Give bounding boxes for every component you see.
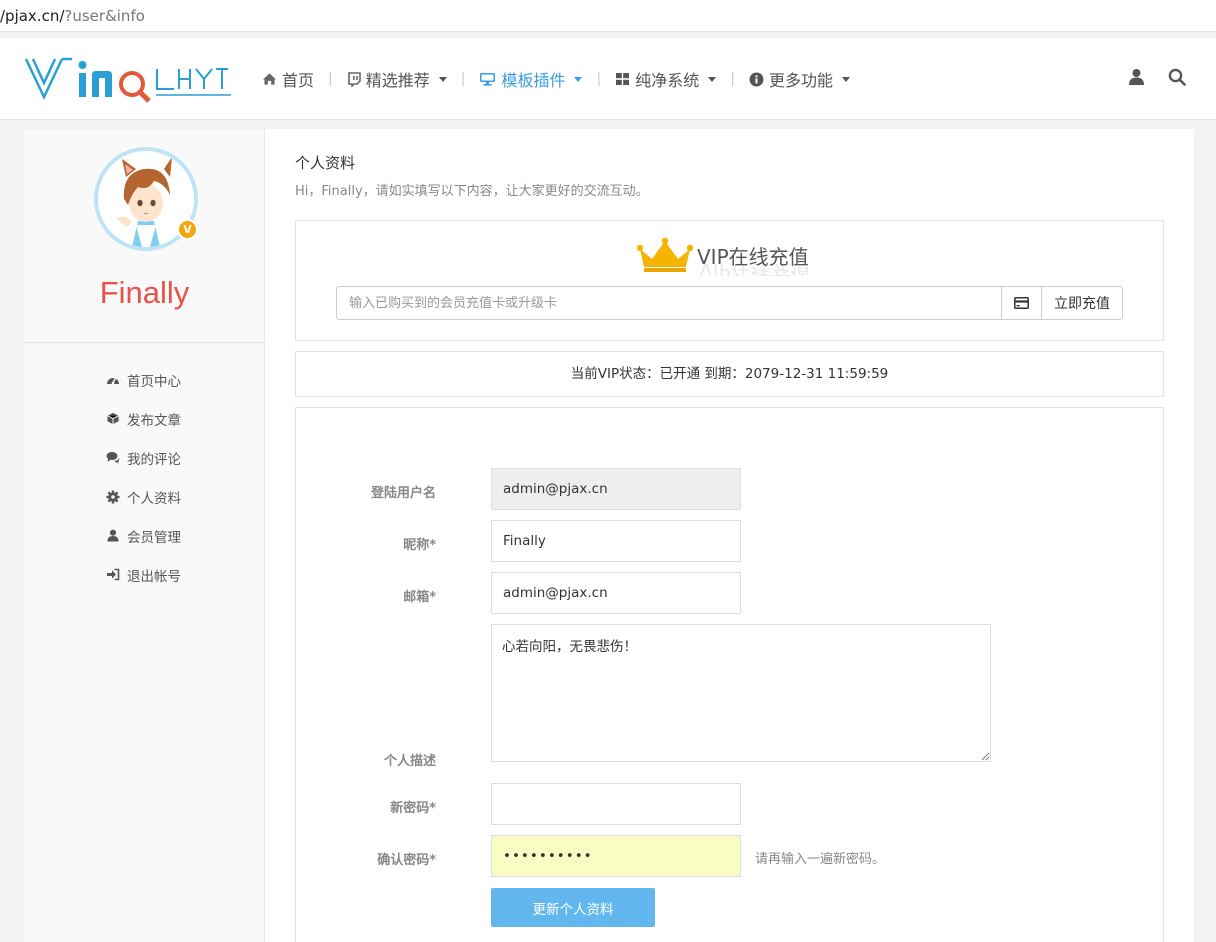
- vip-badge: V: [177, 219, 198, 240]
- sidebar-item-label: 我的评论: [127, 451, 181, 468]
- chevron-down-icon: [574, 76, 583, 82]
- email-field[interactable]: [491, 572, 741, 614]
- profile-form: 登陆用户名 昵称* 邮箱* 个人描述 心若向阳，无畏悲伤！ 新密码* 确认密码*…: [295, 407, 1164, 942]
- nav-systems-label: 纯净系统: [635, 71, 700, 90]
- user-center: V Finally 首页中心 发布文章 我的评论 个人资料 会员管理 退出帐号 …: [24, 129, 1194, 942]
- sidebar-item-label: 退出帐号: [127, 568, 181, 585]
- recharge-button[interactable]: 立即充值: [1042, 286, 1123, 320]
- update-profile-button[interactable]: 更新个人资料: [491, 888, 655, 927]
- new-password-label: 新密码*: [390, 801, 436, 816]
- nav-home[interactable]: 首页: [262, 67, 314, 91]
- recharge-card-input[interactable]: [336, 286, 1001, 320]
- vip-title-reflection: VIP在线充值: [699, 264, 811, 276]
- sidebar-item-home[interactable]: 首页中心: [106, 360, 181, 399]
- nav-more[interactable]: 更多功能: [749, 67, 850, 91]
- new-password-field[interactable]: [491, 783, 741, 825]
- username-field[interactable]: [491, 468, 741, 510]
- sidebar-item-publish[interactable]: 发布文章: [106, 399, 181, 438]
- nav-more-label: 更多功能: [768, 71, 833, 90]
- card-button[interactable]: [1001, 286, 1042, 320]
- sidebar-item-label: 个人资料: [127, 490, 181, 507]
- nav-templates-label: 模板插件: [501, 71, 566, 90]
- recharge-group: 立即充值: [336, 286, 1123, 320]
- sidebar-item-membership[interactable]: 会员管理: [106, 516, 181, 555]
- site-logo[interactable]: [24, 53, 234, 103]
- nav-divider: |: [730, 71, 735, 87]
- cog-icon: [106, 490, 120, 503]
- desktop-icon: [480, 73, 496, 86]
- cube-icon: [107, 412, 119, 425]
- page-subtitle: Hi，Finally，请如实填写以下内容，让大家更好的交流互动。: [295, 184, 649, 199]
- username: Finally: [99, 275, 190, 310]
- credit-card-icon: [1014, 297, 1029, 309]
- confirm-password-field[interactable]: [491, 835, 741, 877]
- url-path: ?user&info: [64, 7, 145, 25]
- user-icon: [1129, 69, 1144, 85]
- search-button[interactable]: [1168, 68, 1186, 90]
- page-title: 个人资料: [295, 154, 356, 172]
- username-label: 登陆用户名: [370, 486, 436, 501]
- url-host: /pjax.cn/: [0, 7, 65, 25]
- sidebar-item-profile[interactable]: 个人资料: [106, 477, 181, 516]
- info-circle-icon: [749, 72, 764, 86]
- nav-templates[interactable]: 模板插件: [479, 67, 583, 91]
- twitch-icon: [347, 71, 361, 87]
- confirm-password-hint: 请再输入一遍新密码。: [755, 852, 886, 867]
- vip-status: 当前VIP状态：已开通 到期：2079-12-31 11:59:59: [295, 351, 1164, 397]
- home-icon: [262, 73, 277, 85]
- sidebar-item-label: 发布文章: [127, 412, 181, 429]
- main-nav: 首页 | 精选推荐 | 模板插件 | 纯净系统 | 更多功能: [262, 38, 850, 120]
- dashboard-icon: [107, 377, 119, 385]
- site-header: 首页 | 精选推荐 | 模板插件 | 纯净系统 | 更多功能: [0, 38, 1216, 120]
- chevron-down-icon: [708, 76, 717, 82]
- vip-recharge-panel: VIP在线充值 VIP在线充值 立即充值: [295, 220, 1164, 341]
- sidebar-item-comments[interactable]: 我的评论: [106, 438, 181, 477]
- chevron-down-icon: [841, 76, 850, 82]
- address-bar[interactable]: /pjax.cn/?user&info: [0, 0, 1216, 32]
- sidebar-menu: 首页中心 发布文章 我的评论 个人资料 会员管理 退出帐号: [106, 360, 181, 594]
- sign-in-icon: [107, 568, 120, 581]
- chevron-down-icon: [438, 76, 447, 82]
- user-icon: [107, 529, 119, 542]
- nav-divider: |: [460, 71, 466, 87]
- divider: [24, 342, 265, 343]
- crown-icon: [636, 237, 694, 272]
- nav-divider: |: [328, 71, 333, 87]
- nickname-field[interactable]: [491, 520, 741, 562]
- nav-systems[interactable]: 纯净系统: [615, 67, 717, 91]
- sidebar-item-label: 首页中心: [127, 373, 181, 390]
- nav-featured[interactable]: 精选推荐: [347, 67, 447, 91]
- profile-content: 个人资料 Hi，Finally，请如实填写以下内容，让大家更好的交流互动。 VI…: [265, 129, 1194, 942]
- confirm-password-label: 确认密码*: [377, 853, 436, 868]
- description-textarea[interactable]: 心若向阳，无畏悲伤！: [491, 624, 991, 762]
- sidebar-item-logout[interactable]: 退出帐号: [106, 555, 181, 594]
- nickname-label: 昵称*: [403, 538, 436, 553]
- sidebar-item-label: 会员管理: [127, 529, 181, 546]
- user-sidebar: V Finally 首页中心 发布文章 我的评论 个人资料 会员管理 退出帐号: [24, 129, 265, 942]
- user-menu-button[interactable]: [1128, 68, 1145, 90]
- nav-featured-label: 精选推荐: [365, 71, 430, 90]
- grid-icon: [616, 73, 630, 85]
- nav-divider: |: [596, 71, 602, 87]
- nav-home-label: 首页: [282, 71, 315, 90]
- search-icon: [1168, 68, 1186, 86]
- description-label: 个人描述: [383, 754, 436, 769]
- comments-icon: [106, 452, 120, 464]
- email-label: 邮箱*: [403, 590, 436, 605]
